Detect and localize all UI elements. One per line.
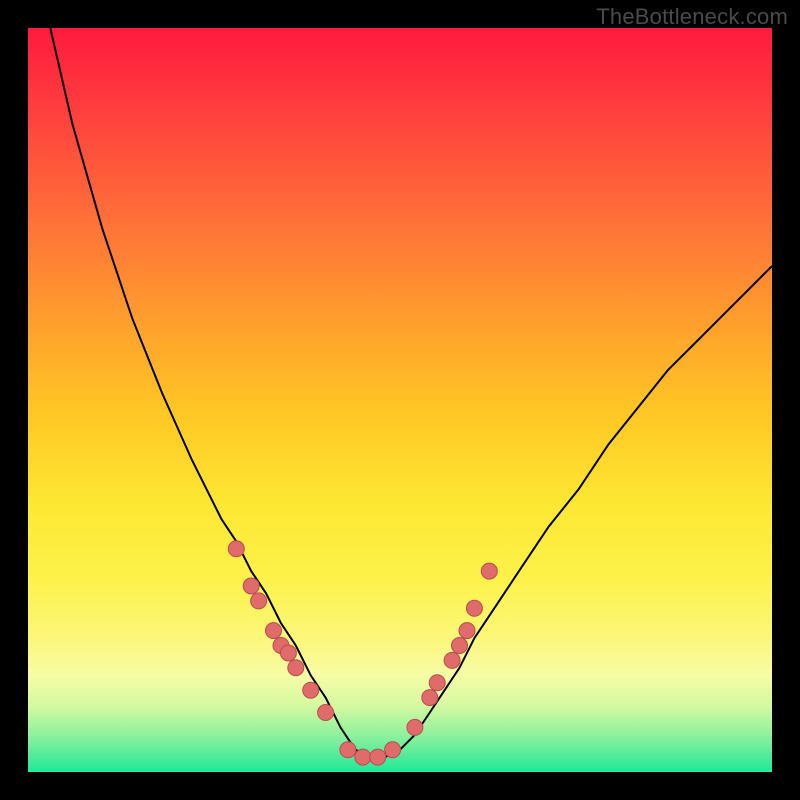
- marker-right-cluster: [407, 719, 423, 735]
- marker-left-cluster: [303, 682, 319, 698]
- chart-container: TheBottleneck.com: [0, 0, 800, 800]
- marker-left-cluster: [266, 623, 282, 639]
- marker-trough: [340, 742, 356, 758]
- bottleneck-curve: [50, 28, 772, 757]
- marker-right-cluster: [452, 638, 468, 654]
- marker-left-cluster: [228, 541, 244, 557]
- watermark-text: TheBottleneck.com: [596, 4, 788, 30]
- marker-right-cluster: [429, 675, 445, 691]
- curve-layer: [28, 28, 772, 772]
- marker-right-cluster: [444, 652, 460, 668]
- marker-right-cluster: [481, 563, 497, 579]
- marker-left-cluster: [251, 593, 267, 609]
- marker-left-cluster: [243, 578, 259, 594]
- marker-right-cluster: [466, 600, 482, 616]
- marker-left-cluster: [280, 645, 296, 661]
- marker-trough: [385, 742, 401, 758]
- marker-right-cluster: [422, 690, 438, 706]
- marker-trough: [370, 749, 386, 765]
- marker-right-cluster: [459, 623, 475, 639]
- marker-left-cluster: [288, 660, 304, 676]
- data-markers: [228, 541, 497, 765]
- marker-trough: [355, 749, 371, 765]
- plot-area: [28, 28, 772, 772]
- marker-left-cluster: [318, 705, 334, 721]
